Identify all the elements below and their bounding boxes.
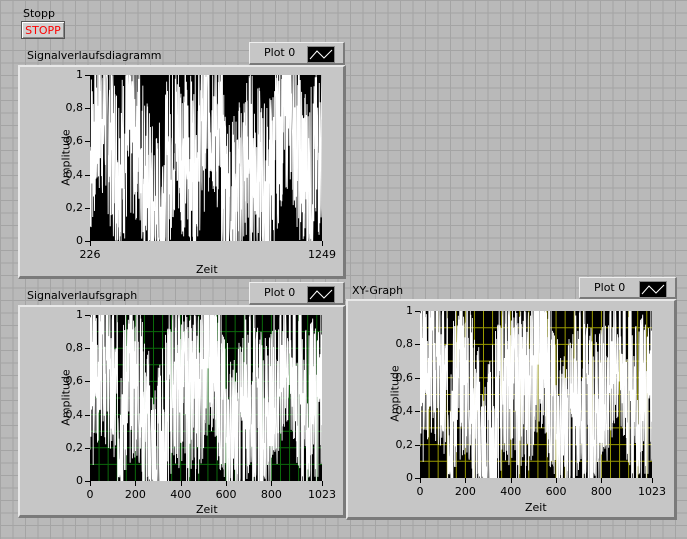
x-tick-mark xyxy=(465,478,467,483)
y-tick-label: 0 xyxy=(76,234,83,247)
x-tick-label: 800 xyxy=(260,488,282,501)
y-tick-mark xyxy=(85,348,90,350)
x-tick-mark xyxy=(322,241,323,246)
x-tick-label: 400 xyxy=(170,488,192,501)
x-tick-mark xyxy=(135,481,137,486)
plot-area[interactable] xyxy=(90,75,322,241)
x-tick-label: 226 xyxy=(79,248,101,261)
x-tick-mark xyxy=(420,478,421,483)
plot-trace xyxy=(90,315,322,481)
x-tick-label: 400 xyxy=(500,485,522,498)
y-tick-mark xyxy=(85,174,90,176)
graph-title: Signalverlaufsgraph xyxy=(27,289,138,302)
y-tick-label: 0 xyxy=(76,474,83,487)
x-tick-mark xyxy=(652,478,653,483)
legend-label: Plot 0 xyxy=(264,46,296,59)
plot-trace xyxy=(420,311,652,478)
x-tick-mark xyxy=(180,481,182,486)
x-tick-label: 1023 xyxy=(308,488,336,501)
line-style-icon[interactable] xyxy=(307,286,335,303)
x-tick-mark xyxy=(226,481,228,486)
y-tick-label: 0,8 xyxy=(65,101,84,115)
y-tick-label: 0,8 xyxy=(395,337,414,351)
x-tick-mark xyxy=(271,481,273,486)
y-tick-mark xyxy=(415,344,420,346)
graph-title: Signalverlaufsdiagramm xyxy=(27,49,162,62)
y-tick-mark xyxy=(415,377,420,379)
y-axis-label: Amplitude xyxy=(59,129,73,186)
y-tick-label: 0,2 xyxy=(395,437,414,451)
x-tick-label: 200 xyxy=(124,488,146,501)
x-tick-mark xyxy=(601,478,603,483)
legend-label: Plot 0 xyxy=(264,286,296,299)
plot-area[interactable] xyxy=(90,315,322,481)
x-tick-mark xyxy=(510,478,512,483)
y-tick-mark xyxy=(415,444,420,446)
line-style-icon[interactable] xyxy=(639,281,667,298)
y-tick-mark xyxy=(85,75,90,76)
y-tick-label: 0,2 xyxy=(65,440,84,454)
y-tick-mark xyxy=(415,311,420,312)
y-axis-label: Amplitude xyxy=(388,365,402,422)
y-tick-mark xyxy=(85,414,90,416)
y-tick-mark xyxy=(85,381,90,383)
line-style-icon[interactable] xyxy=(307,46,335,63)
x-tick-label: 800 xyxy=(590,485,612,498)
x-axis-label: Zeit xyxy=(196,503,218,516)
x-tick-mark xyxy=(322,481,323,486)
x-tick-mark xyxy=(90,241,91,246)
x-tick-mark xyxy=(556,478,558,483)
x-tick-label: 1249 xyxy=(308,248,336,261)
y-tick-mark xyxy=(85,207,90,209)
plot-legend[interactable]: Plot 0 xyxy=(249,282,345,305)
y-tick-label: 0,8 xyxy=(65,341,84,355)
x-tick-label: 600 xyxy=(215,488,237,501)
plot-legend[interactable]: Plot 0 xyxy=(249,42,345,65)
legend-label: Plot 0 xyxy=(594,281,626,294)
x-tick-label: 0 xyxy=(86,488,94,501)
graph-title: XY-Graph xyxy=(352,284,404,297)
y-tick-label: 1 xyxy=(76,68,83,81)
stop-button[interactable]: STOPP xyxy=(21,21,65,39)
plot-area[interactable] xyxy=(420,311,652,478)
x-tick-label: 600 xyxy=(545,485,567,498)
y-tick-label: 1 xyxy=(76,308,83,321)
y-tick-label: 0 xyxy=(406,471,413,484)
y-tick-mark xyxy=(85,141,90,143)
y-tick-mark xyxy=(85,315,90,316)
x-tick-label: 0 xyxy=(416,485,424,498)
x-axis-label: Zeit xyxy=(525,501,547,514)
y-tick-mark xyxy=(85,447,90,449)
stop-label: Stopp xyxy=(23,7,55,20)
x-tick-label: 1023 xyxy=(638,485,666,498)
y-tick-mark xyxy=(85,108,90,110)
y-tick-label: 1 xyxy=(406,304,413,317)
y-tick-mark xyxy=(415,411,420,413)
plot-trace xyxy=(90,75,322,241)
x-tick-mark xyxy=(90,481,91,486)
y-axis-label: Amplitude xyxy=(59,369,73,426)
y-tick-label: 0,2 xyxy=(65,200,84,214)
plot-legend[interactable]: Plot 0 xyxy=(579,277,677,299)
x-tick-label: 200 xyxy=(454,485,476,498)
x-axis-label: Zeit xyxy=(196,263,218,276)
